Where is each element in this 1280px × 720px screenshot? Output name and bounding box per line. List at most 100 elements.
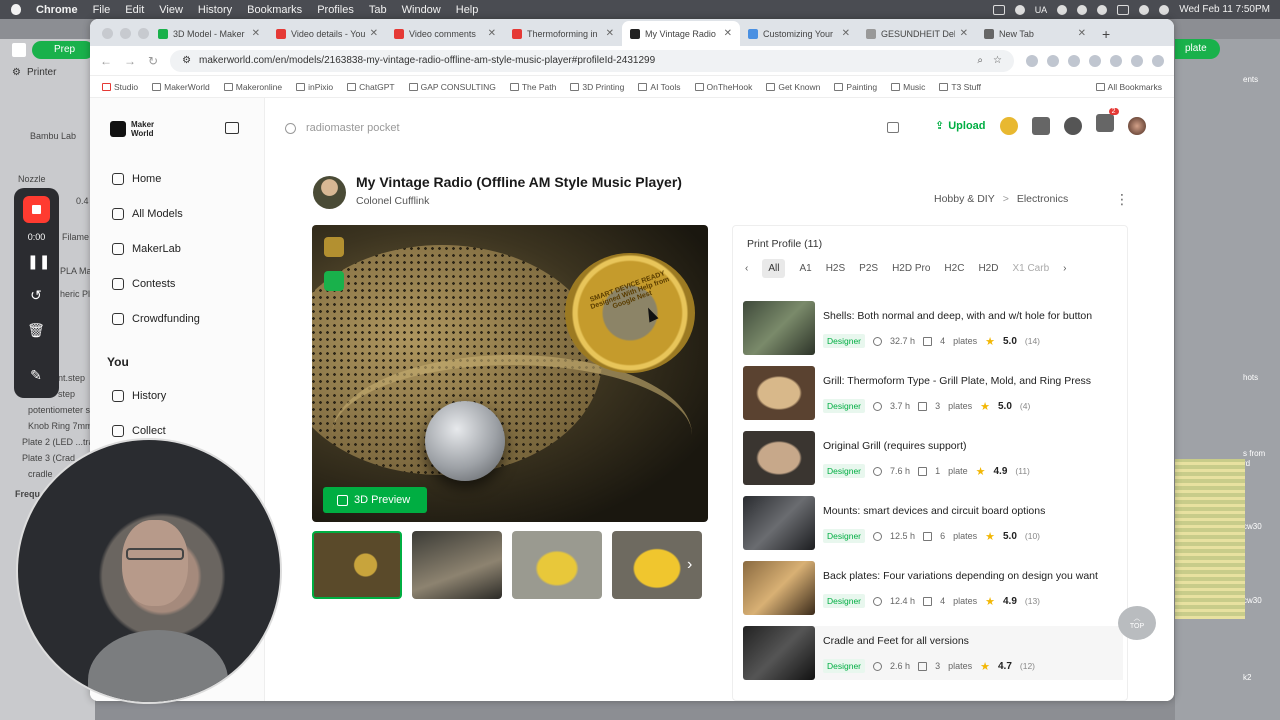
sidebar-item-home[interactable]: Home	[112, 173, 161, 185]
search-bar[interactable]: radiomaster pocket	[285, 114, 905, 142]
prepare-button[interactable]: Prep	[32, 41, 94, 59]
pause-icon[interactable]: ❚❚	[27, 252, 50, 270]
main-model-image[interactable]: SMART DEVICE READY Designed With Help fro…	[312, 225, 708, 522]
menubar-clock[interactable]: Wed Feb 11 7:50PM	[1179, 4, 1270, 15]
author-name[interactable]: Colonel Cufflink	[356, 195, 429, 207]
tab-new-tab[interactable]: New Tab ✕	[976, 21, 1094, 46]
menu-view[interactable]: View	[159, 4, 183, 16]
minimize-window-button[interactable]	[120, 28, 131, 39]
zoom-window-button[interactable]	[138, 28, 149, 39]
sidebar-item-crowdfunding[interactable]: Crowdfunding	[112, 313, 200, 325]
bookmark-inpixio[interactable]: inPixio	[296, 82, 333, 92]
new-tab-button[interactable]: +	[1094, 21, 1124, 46]
filter-tab[interactable]: P2S	[859, 263, 878, 274]
list-item[interactable]: Cradle and Feet for all versions Designe…	[743, 626, 1123, 680]
close-tab-icon[interactable]: ✕	[606, 28, 614, 39]
breadcrumb-subcategory[interactable]: Electronics	[1017, 193, 1068, 205]
tab-my-vintage-radio[interactable]: My Vintage Radio ✕	[622, 21, 740, 46]
chevron-left-icon[interactable]: ‹	[745, 263, 748, 274]
bookmark-studio[interactable]: Studio	[102, 82, 138, 92]
bookmark-gap-consulting[interactable]: GAP CONSULTING	[408, 82, 496, 92]
close-tab-icon[interactable]: ✕	[842, 28, 850, 39]
menu-edit[interactable]: Edit	[125, 4, 144, 16]
zoom-icon[interactable]: ⌕	[977, 55, 983, 66]
menu-help[interactable]: Help	[456, 4, 479, 16]
list-item[interactable]: Mounts: smart devices and circuit board …	[743, 496, 1123, 550]
collapse-sidebar-icon[interactable]	[225, 122, 239, 134]
sidebar-item-all-models[interactable]: All Models	[112, 208, 183, 220]
bookmark-folder[interactable]: 3D Printing	[570, 82, 624, 92]
menu-history[interactable]: History	[198, 4, 232, 16]
site-info-icon[interactable]: ⚙	[182, 55, 191, 66]
menu-tab[interactable]: Tab	[369, 4, 387, 16]
restart-icon[interactable]: ↺	[27, 286, 45, 304]
bookmark-folder[interactable]: OnTheHook	[694, 82, 752, 92]
filter-tab[interactable]: H2S	[826, 263, 845, 274]
menu-profiles[interactable]: Profiles	[317, 4, 354, 16]
upload-button[interactable]: ⇪ Upload	[935, 119, 986, 133]
screen-record-icon[interactable]	[992, 4, 1005, 15]
battery-icon[interactable]	[1117, 4, 1130, 15]
filter-tab[interactable]: H2D	[978, 263, 998, 274]
wifi-icon[interactable]	[1139, 4, 1150, 15]
status-icon[interactable]	[1077, 4, 1088, 15]
bookmark-makeronline[interactable]: Makeronline	[223, 82, 282, 92]
search-input[interactable]: radiomaster pocket	[306, 122, 400, 134]
extension-icon[interactable]	[1068, 54, 1080, 67]
stop-recording-button[interactable]	[23, 196, 50, 223]
extension-icon[interactable]	[1110, 54, 1122, 67]
notifications-icon[interactable]: 2	[1095, 108, 1119, 137]
3d-preview-button[interactable]: 3D Preview	[323, 487, 427, 513]
bookmark-folder[interactable]: The Path	[509, 82, 556, 92]
sidebar-item-history[interactable]: History	[112, 390, 166, 402]
author-avatar[interactable]	[313, 176, 346, 209]
tab-makerworld-model[interactable]: 3D Model - Maker ✕	[150, 21, 268, 46]
reload-icon[interactable]: ↻	[148, 54, 158, 68]
tab-customizing[interactable]: Customizing Your ✕	[740, 21, 858, 46]
thumbnail[interactable]	[512, 531, 602, 599]
status-icon[interactable]	[1057, 4, 1068, 15]
close-tab-icon[interactable]: ✕	[724, 28, 732, 39]
close-tab-icon[interactable]: ✕	[488, 28, 496, 39]
menu-bookmarks[interactable]: Bookmarks	[247, 4, 302, 16]
tab-video-comments[interactable]: Video comments ✕	[386, 21, 504, 46]
status-icon[interactable]	[1097, 4, 1108, 15]
filter-tab[interactable]: A1	[799, 263, 811, 274]
pencil-icon[interactable]: ✎	[27, 366, 45, 384]
close-tab-icon[interactable]: ✕	[370, 28, 378, 39]
back-to-top-button[interactable]: ︿ TOP	[1118, 606, 1156, 640]
sidebar-item-contests[interactable]: Contests	[112, 278, 175, 290]
sidebar-item-makerlab[interactable]: MakerLab	[112, 243, 181, 255]
user-avatar[interactable]	[1127, 116, 1146, 135]
menu-window[interactable]: Window	[402, 4, 441, 16]
tab-video-details[interactable]: Video details - You ✕	[268, 21, 386, 46]
input-source-flag[interactable]: UA	[1035, 5, 1048, 15]
makerworld-logo[interactable]: Maker World	[110, 120, 154, 138]
bookmark-folder[interactable]: Painting	[834, 82, 877, 92]
list-item[interactable]: Shells: Both normal and deep, with and w…	[743, 301, 1123, 355]
printer-status-icon[interactable]	[1063, 116, 1082, 135]
bookmark-folder[interactable]: AI Tools	[638, 82, 681, 92]
menu-dots-icon[interactable]	[1152, 54, 1164, 67]
bookmark-folder[interactable]: Get Known	[766, 82, 820, 92]
close-tab-icon[interactable]: ✕	[960, 28, 968, 39]
close-tab-icon[interactable]: ✕	[252, 28, 260, 39]
back-icon[interactable]: ←	[100, 54, 112, 68]
slice-plate-button[interactable]: plate	[1175, 39, 1220, 59]
extension-icon[interactable]	[1047, 54, 1059, 67]
search-icon[interactable]	[1159, 4, 1170, 15]
chevron-right-icon[interactable]: ›	[1063, 263, 1066, 274]
apple-icon[interactable]	[10, 3, 22, 16]
filter-tab[interactable]: H2D Pro	[892, 263, 930, 274]
bookmark-star-icon[interactable]: ☆	[993, 55, 1002, 66]
thumbnail[interactable]	[312, 531, 402, 599]
list-item[interactable]: Grill: Thermoform Type - Grill Plate, Mo…	[743, 366, 1123, 420]
bookmark-folder[interactable]: T3 Stuff	[939, 82, 981, 92]
status-icon[interactable]	[1014, 4, 1025, 15]
home-icon[interactable]	[12, 43, 26, 57]
trash-icon[interactable]: 🗑	[27, 321, 45, 339]
close-window-button[interactable]	[102, 28, 113, 39]
sidebar-item-collect[interactable]: Collect	[112, 425, 166, 437]
chevron-right-icon[interactable]: ›	[687, 556, 692, 574]
thumbnail[interactable]	[412, 531, 502, 599]
